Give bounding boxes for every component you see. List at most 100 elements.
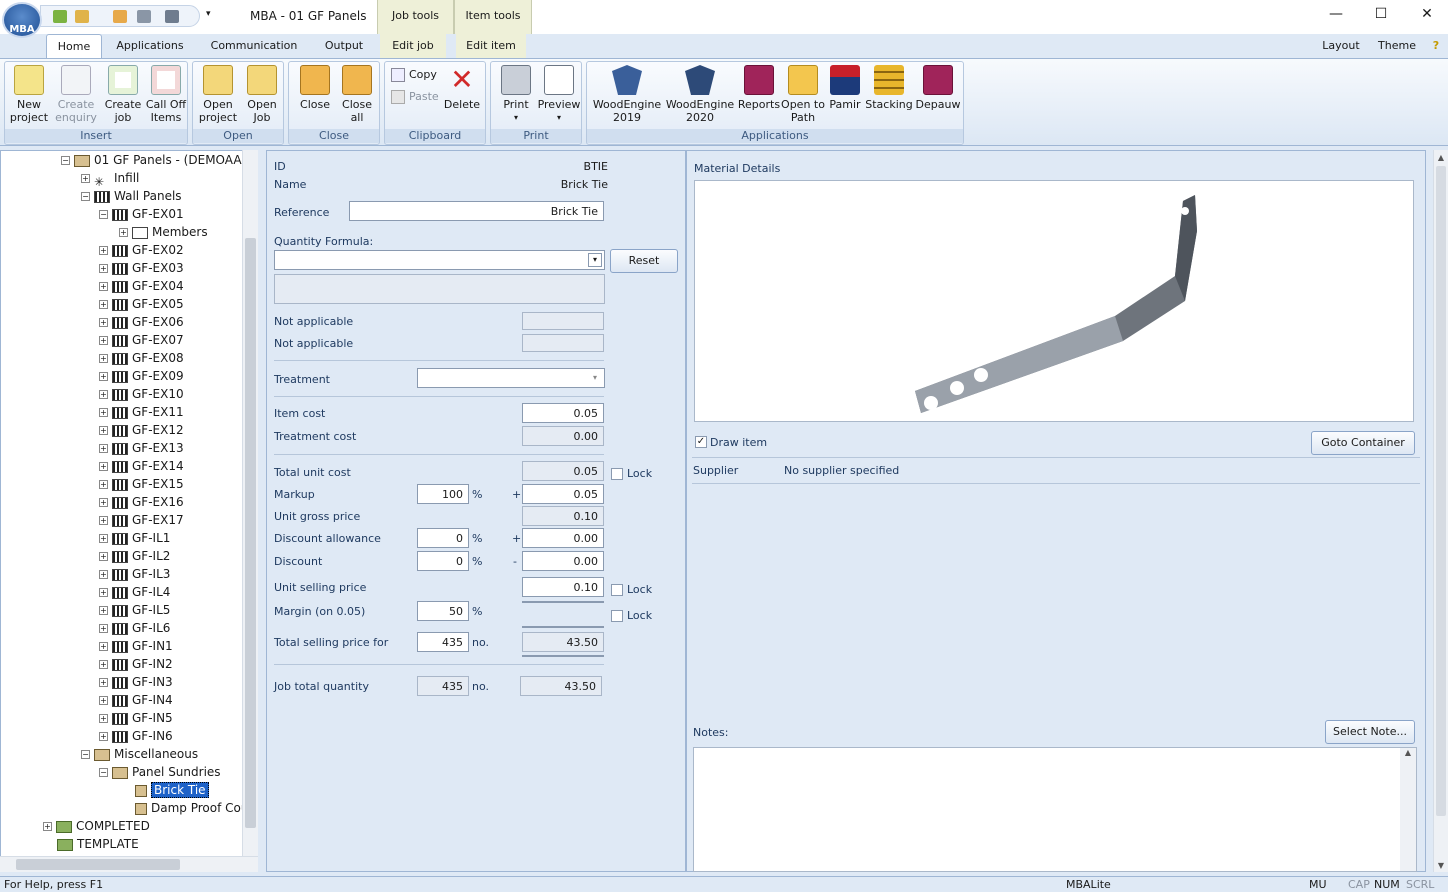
call-off-items-button[interactable]: Call Off Items: [145, 65, 187, 124]
woodengine-2020-button[interactable]: WoodEngine 2020: [663, 65, 737, 124]
tree-node-panel[interactable]: + GF-EX06: [99, 313, 184, 331]
delete-button[interactable]: ✕ Delete: [441, 65, 483, 112]
margin-input[interactable]: 50: [417, 601, 469, 621]
tab-communication[interactable]: Communication: [206, 34, 302, 58]
tree-node-completed[interactable]: + COMPLETED: [43, 817, 150, 835]
chevron-down-icon[interactable]: ▾: [588, 253, 602, 267]
stacking-button[interactable]: Stacking: [865, 65, 913, 111]
new-project-button[interactable]: New project: [7, 65, 51, 124]
close-window-button[interactable]: ✕: [1415, 4, 1439, 24]
open-icon[interactable]: [75, 10, 89, 23]
save-icon[interactable]: [165, 10, 179, 23]
draw-item-checkbox[interactable]: ✓: [695, 436, 707, 448]
new-icon[interactable]: [53, 10, 67, 23]
tab-applications[interactable]: Applications: [112, 34, 188, 58]
tree-node-panel[interactable]: + GF-EX15: [99, 475, 184, 493]
tab-output[interactable]: Output: [318, 34, 370, 58]
tree-node-panel[interactable]: + GF-IL1: [99, 529, 170, 547]
tree-node-panel[interactable]: + GF-IN2: [99, 655, 173, 673]
unit-selling-price-input[interactable]: 0.10: [522, 577, 604, 597]
customize-qat-icon[interactable]: ▾: [206, 9, 211, 19]
tree-node-members[interactable]: + Members: [119, 223, 208, 241]
tree-node-panel[interactable]: + GF-IN5: [99, 709, 173, 727]
tree-node-infill[interactable]: + ✳ Infill: [81, 169, 139, 189]
tree-node-panel[interactable]: + GF-IN4: [99, 691, 173, 709]
paste-button[interactable]: Paste: [389, 90, 439, 104]
lock-unit-selling-price-checkbox[interactable]: [611, 584, 623, 596]
preview-button[interactable]: Preview ▾: [537, 65, 581, 124]
layout-menu[interactable]: Layout: [1316, 34, 1366, 58]
tree-node-panel[interactable]: + GF-EX03: [99, 259, 184, 277]
tree-node-panel[interactable]: + GF-EX16: [99, 493, 184, 511]
tree-node-wall-panels[interactable]: − Wall Panels: [81, 187, 182, 205]
tree-node-panel[interactable]: + GF-IL3: [99, 565, 170, 583]
tree-node-panel[interactable]: + GF-EX02: [99, 241, 184, 259]
reports-button[interactable]: Reports: [735, 65, 783, 111]
reference-input[interactable]: Brick Tie: [349, 201, 604, 221]
discount-percent-input[interactable]: 0: [417, 551, 469, 571]
tab-home[interactable]: Home: [46, 34, 102, 58]
theme-menu[interactable]: Theme: [1372, 34, 1422, 58]
app-logo[interactable]: MBA: [2, 2, 42, 38]
folder-icon[interactable]: [113, 10, 127, 23]
minimize-button[interactable]: —: [1324, 4, 1348, 24]
tree-node-panel[interactable]: + GF-IL5: [99, 601, 170, 619]
tree-vertical-scrollbar[interactable]: [242, 150, 258, 858]
tree-node-panel[interactable]: + GF-EX07: [99, 331, 184, 349]
reset-button[interactable]: Reset: [610, 249, 678, 273]
pamir-button[interactable]: Pamir: [825, 65, 865, 111]
chevron-down-icon[interactable]: ▾: [588, 371, 602, 385]
total-quantity-input[interactable]: 435: [417, 632, 469, 652]
notes-scrollbar[interactable]: ▲: [1400, 748, 1416, 871]
woodengine-2019-button[interactable]: WoodEngine 2019: [591, 65, 663, 124]
quantity-formula-combo[interactable]: ▾: [274, 250, 605, 270]
tree-node-panel[interactable]: + GF-EX05: [99, 295, 184, 313]
main-scroll-thumb[interactable]: [1436, 166, 1446, 816]
markup-value-input[interactable]: 0.05: [522, 484, 604, 504]
tree-node-template[interactable]: TEMPLATE: [57, 835, 139, 853]
notes-textarea[interactable]: ▲: [693, 747, 1417, 872]
maximize-button[interactable]: ☐: [1369, 4, 1393, 24]
open-to-path-button[interactable]: Open to Path: [781, 65, 825, 124]
tree-node-gf-ex01[interactable]: − GF-EX01: [99, 205, 184, 223]
scroll-down-icon[interactable]: ▼: [1434, 861, 1448, 870]
item-cost-input[interactable]: 0.05: [522, 403, 604, 423]
tree-scroll-thumb[interactable]: [245, 238, 256, 828]
goto-container-button[interactable]: Goto Container: [1311, 431, 1415, 455]
tree-node-panel[interactable]: + GF-EX04: [99, 277, 184, 295]
print-button[interactable]: Print ▾: [495, 65, 537, 124]
tree-node-panel[interactable]: + GF-EX12: [99, 421, 184, 439]
tree-node-panel[interactable]: + GF-IN1: [99, 637, 173, 655]
tree-node-damp-proof[interactable]: Damp Proof Cou: [135, 799, 248, 817]
open-project-button[interactable]: Open project: [195, 65, 241, 124]
tree-horizontal-scrollbar[interactable]: [0, 856, 258, 872]
tree-node-panel[interactable]: + GF-EX09: [99, 367, 184, 385]
help-icon[interactable]: ?: [1428, 34, 1444, 58]
discount-value-input[interactable]: 0.00: [522, 551, 604, 571]
scroll-up-icon[interactable]: ▲: [1400, 748, 1416, 757]
markup-percent-input[interactable]: 100: [417, 484, 469, 504]
copy-button[interactable]: Copy: [389, 68, 437, 82]
tree-node-panel-sundries[interactable]: − Panel Sundries: [99, 763, 221, 781]
discount-allowance-value-input[interactable]: 0.00: [522, 528, 604, 548]
tree-node-panel[interactable]: + GF-IN3: [99, 673, 173, 691]
tree-node-panel[interactable]: + GF-EX14: [99, 457, 184, 475]
close-button[interactable]: Close: [293, 65, 337, 111]
treatment-select[interactable]: ▾: [417, 368, 605, 388]
tree-node-panel[interactable]: + GF-IL2: [99, 547, 170, 565]
tree-node-panel[interactable]: + GF-EX13: [99, 439, 184, 457]
project-tree[interactable]: −01 GF Panels - (DEMOAAM + ✳ Infill − Wall …: [0, 150, 258, 872]
lock-total-unit-cost-checkbox[interactable]: [611, 468, 623, 480]
lock-margin-checkbox[interactable]: [611, 610, 623, 622]
tab-edit-job[interactable]: Edit job: [380, 34, 446, 58]
open-job-button[interactable]: Open Job: [241, 65, 283, 124]
tree-node-miscellaneous[interactable]: − Miscellaneous: [81, 745, 198, 763]
tree-node-panel[interactable]: + GF-EX10: [99, 385, 184, 403]
create-enquiry-button[interactable]: Create enquiry: [53, 65, 99, 124]
tree-node-panel[interactable]: + GF-EX17: [99, 511, 184, 529]
depauw-button[interactable]: Depauw: [913, 65, 963, 111]
tree-node-panel[interactable]: + GF-EX08: [99, 349, 184, 367]
print-icon[interactable]: [137, 10, 151, 23]
tree-node-panel[interactable]: + GF-IN6: [99, 727, 173, 745]
create-job-button[interactable]: Create job: [101, 65, 145, 124]
